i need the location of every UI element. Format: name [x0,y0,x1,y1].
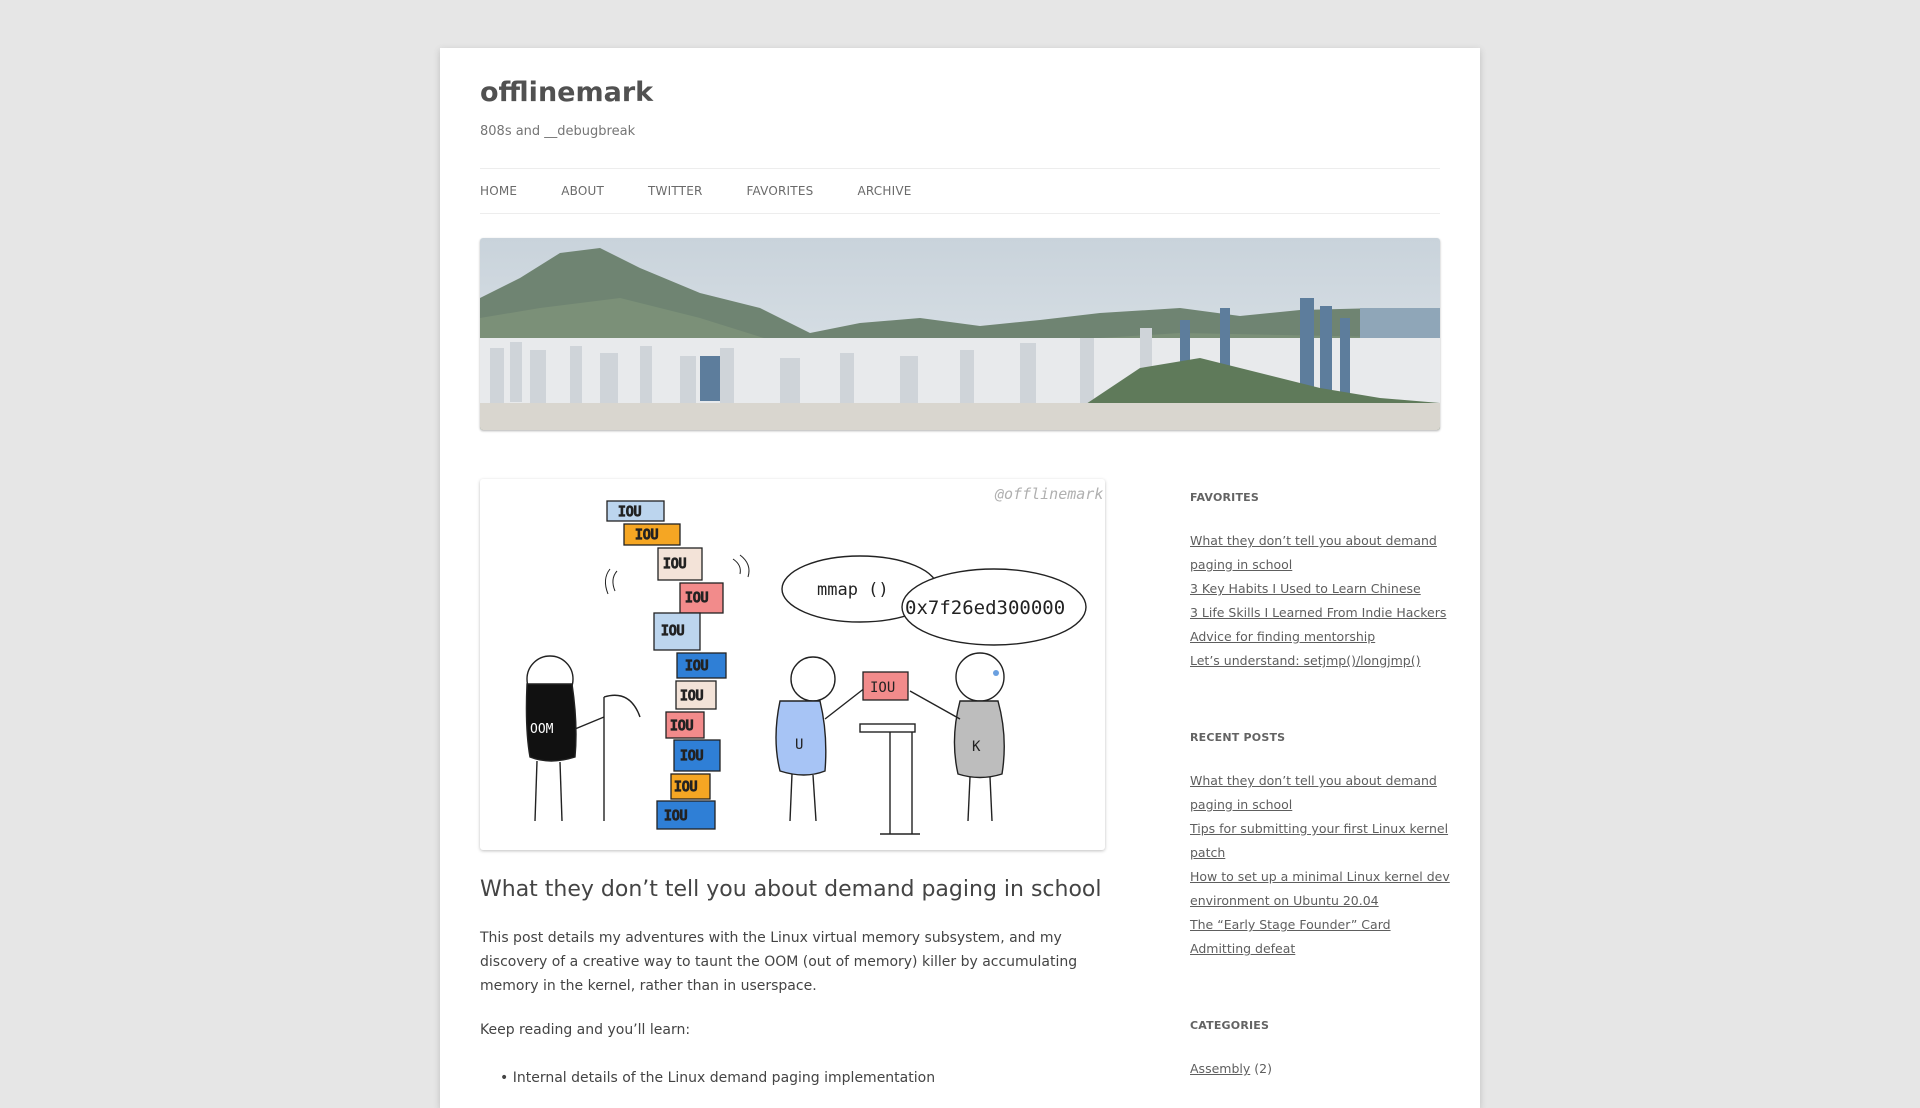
list-item: 3 Key Habits I Used to Learn Chinese [1190,577,1450,601]
site-title[interactable]: offlinemark [480,77,653,108]
iou-block-label: IOU [661,624,684,639]
list-item: Admitting defeat [1190,937,1450,961]
categories-widget-title: CATEGORIES [1190,1019,1270,1032]
main-navigation: HOME ABOUT TWITTER FAVORITES ARCHIVE [480,168,1440,214]
list-item: How to set up a minimal Linux kernel dev… [1190,865,1450,913]
keep-reading-text: Keep reading and you’ll learn: [480,1022,691,1038]
list-item: What they don’t tell you about demand pa… [1190,529,1450,577]
favorite-link[interactable]: 3 Life Skills I Learned From Indie Hacke… [1190,605,1446,620]
list-item: The “Early Stage Founder” Card [1190,913,1450,937]
favorite-link[interactable]: 3 Key Habits I Used to Learn Chinese [1190,581,1421,596]
oom-label: OOM [530,722,554,737]
featured-image[interactable]: @offlinemark IOU IOU IOU IOU IOU IOU IOU… [480,479,1105,850]
post-bullet-text: Internal details of the Linux demand pag… [512,1070,936,1086]
iou-block-label: IOU [680,689,703,704]
post-bullet-item: • Internal details of the Linux demand p… [500,1070,936,1086]
recent-post-link[interactable]: What they don’t tell you about demand pa… [1190,773,1437,812]
site-container: offlinemark 808s and __debugbreak HOME A… [440,48,1480,1108]
iou-block-label: IOU [664,809,687,824]
favorite-link[interactable]: What they don’t tell you about demand pa… [1190,533,1437,572]
categories-list: Assembly (2) [1190,1057,1450,1081]
favorites-list: What they don’t tell you about demand pa… [1190,529,1450,673]
recent-post-link[interactable]: The “Early Stage Founder” Card [1190,917,1391,932]
handoff-block-label: IOU [870,680,895,696]
favorite-link[interactable]: Let’s understand: setjmp()/longjmp() [1190,653,1421,668]
nav-archive[interactable]: ARCHIVE [857,184,911,198]
site-tagline: 808s and __debugbreak [480,124,636,139]
header-image[interactable] [480,238,1440,430]
iou-block-label: IOU [670,719,693,734]
city-skyline-illustration [480,238,1440,430]
kernel-figure-label: K [972,739,981,755]
recent-posts-list: What they don’t tell you about demand pa… [1190,769,1450,961]
list-item: Assembly (2) [1190,1057,1450,1081]
iou-comic-illustration: @offlinemark IOU IOU IOU IOU IOU IOU IOU… [525,485,1103,835]
recent-post-link[interactable]: Admitting defeat [1190,941,1295,956]
post-title[interactable]: What they don’t tell you about demand pa… [480,877,1101,902]
address-speech-text: 0x7f26ed300000 [905,597,1065,619]
nav-twitter[interactable]: TWITTER [648,184,703,198]
category-link[interactable]: Assembly [1190,1061,1250,1076]
nav-about[interactable]: ABOUT [561,184,604,198]
favorites-widget-title: FAVORITES [1190,491,1259,504]
list-item: What they don’t tell you about demand pa… [1190,769,1450,817]
iou-block-label: IOU [685,659,708,674]
iou-block-label: IOU [674,780,697,795]
iou-block-label: IOU [663,557,686,572]
list-item: 3 Life Skills I Learned From Indie Hacke… [1190,601,1450,625]
watermark-text: @offlinemark [994,485,1103,503]
category-count: (2) [1254,1061,1272,1076]
user-figure-label: U [795,737,803,753]
iou-block-label: IOU [680,749,703,764]
iou-block-label: IOU [618,505,641,520]
iou-block-label: IOU [685,591,708,606]
nav-favorites[interactable]: FAVORITES [747,184,814,198]
recent-post-link[interactable]: How to set up a minimal Linux kernel dev… [1190,869,1450,908]
nav-home[interactable]: HOME [480,184,517,198]
iou-block-label: IOU [635,528,658,543]
post-excerpt: This post details my adventures with the… [480,930,1078,994]
recent-posts-widget-title: RECENT POSTS [1190,731,1286,744]
list-item: Let’s understand: setjmp()/longjmp() [1190,649,1450,673]
recent-post-link[interactable]: Tips for submitting your first Linux ker… [1190,821,1448,860]
list-item: Advice for finding mentorship [1190,625,1450,649]
list-item: Tips for submitting your first Linux ker… [1190,817,1450,865]
mmap-speech-text: mmap () [817,580,889,600]
favorite-link[interactable]: Advice for finding mentorship [1190,629,1375,644]
